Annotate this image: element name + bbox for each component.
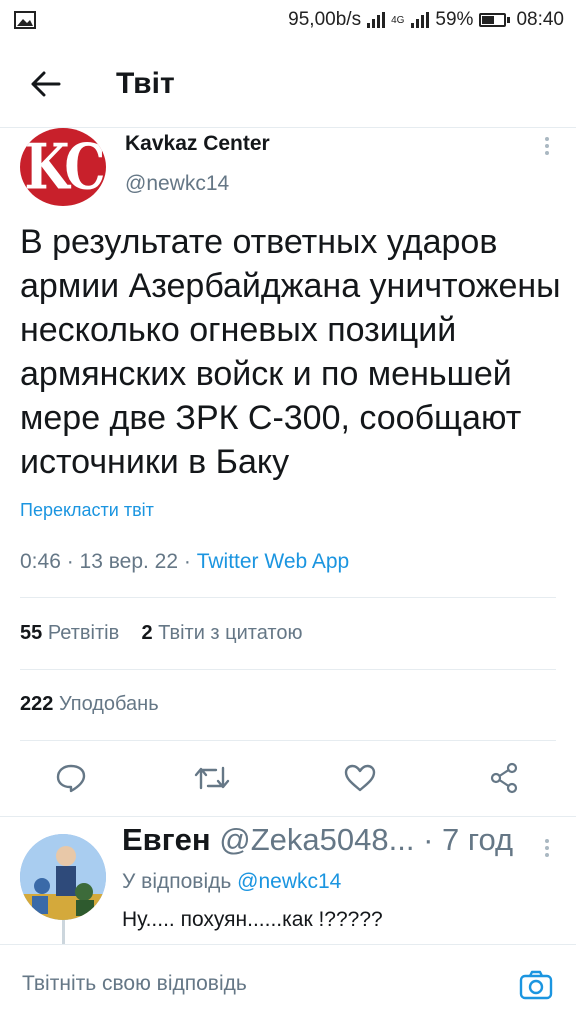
network-speed: 95,00b/s xyxy=(288,9,362,30)
network-type: 4G xyxy=(391,14,405,26)
share-icon xyxy=(490,762,518,794)
status-right: 95,00b/s 4G 59% 08:40 xyxy=(288,9,564,31)
battery-icon xyxy=(479,13,511,27)
retweets-count: 55 xyxy=(20,622,43,644)
tweet-timestamp: 0:46 · 13 вер. 22 · xyxy=(20,550,197,573)
likes-count: 222 xyxy=(20,693,54,715)
section-separator xyxy=(0,816,576,817)
reply-text: Ну..... похуян......как !????? xyxy=(122,908,383,931)
translate-tweet-link[interactable]: Перекласти твіт xyxy=(20,500,154,521)
author-avatar[interactable]: KC xyxy=(20,128,106,206)
avatar-image xyxy=(20,834,106,920)
share-button[interactable] xyxy=(480,754,528,802)
top-app-bar: Твіт xyxy=(0,40,576,128)
replying-handle-link[interactable]: @newkc14 xyxy=(237,870,341,893)
like-icon xyxy=(344,764,376,792)
retweets-label: Ретвітів xyxy=(47,622,120,644)
reply-time: · 7 год xyxy=(423,822,514,857)
tweet-meta: 0:46 · 13 вер. 22 · Twitter Web App xyxy=(20,550,349,574)
tweet-text: В результате ответных ударов армии Азерб… xyxy=(20,223,561,481)
compose-reply-bar: Твітніть свою відповідь xyxy=(0,944,576,1024)
like-button[interactable] xyxy=(336,754,384,802)
reply-avatar[interactable] xyxy=(20,834,106,920)
retweet-icon xyxy=(194,766,230,790)
status-bar: 95,00b/s 4G 59% 08:40 xyxy=(0,0,576,40)
more-vertical-icon xyxy=(545,839,549,857)
tweet-actions xyxy=(0,754,576,810)
likes-stats[interactable]: 222 Уподобань xyxy=(20,693,159,716)
likes-label: Уподобань xyxy=(58,693,159,715)
signal-icon-2 xyxy=(411,12,430,28)
quotes-count: 2 xyxy=(141,622,153,644)
reply-icon xyxy=(56,764,86,793)
quotes-label: Твіти з цитатою xyxy=(158,622,303,644)
tweet-source-link[interactable]: Twitter Web App xyxy=(197,550,350,573)
replying-to: У відповідь @newkc14 xyxy=(122,870,341,894)
retweet-stats[interactable]: 55 Ретвітів 2 Твіти з цитатою xyxy=(20,622,302,645)
back-button[interactable] xyxy=(0,40,92,128)
back-arrow-icon xyxy=(31,71,61,96)
tweet-more-button[interactable] xyxy=(544,136,550,161)
more-vertical-icon xyxy=(545,137,549,155)
divider xyxy=(20,669,556,670)
status-left xyxy=(14,11,36,29)
reply-more-button[interactable] xyxy=(544,838,550,863)
clock: 08:40 xyxy=(516,9,564,30)
divider xyxy=(20,597,556,598)
avatar-logo-text: KC xyxy=(24,130,105,204)
replying-prefix: У відповідь xyxy=(122,870,238,893)
reply-button[interactable] xyxy=(47,754,95,802)
battery-percent: 59% xyxy=(435,9,474,30)
author-name[interactable]: Kavkaz Center xyxy=(125,132,270,156)
signal-icon xyxy=(367,12,386,28)
image-notification-icon xyxy=(14,11,36,29)
reply-header: Евген @Zeka5048... · 7 год xyxy=(122,822,532,858)
author-handle[interactable]: @newkc14 xyxy=(125,172,229,196)
reply-input[interactable]: Твітніть свою відповідь xyxy=(22,972,247,996)
divider xyxy=(20,740,556,741)
reply-author-handle[interactable]: @Zeka5048... xyxy=(219,822,414,857)
page-title: Твіт xyxy=(116,66,175,100)
retweet-button[interactable] xyxy=(188,754,236,802)
reply-author-name[interactable]: Евген xyxy=(122,822,211,857)
camera-icon xyxy=(519,970,553,1000)
camera-button[interactable] xyxy=(516,965,556,1005)
